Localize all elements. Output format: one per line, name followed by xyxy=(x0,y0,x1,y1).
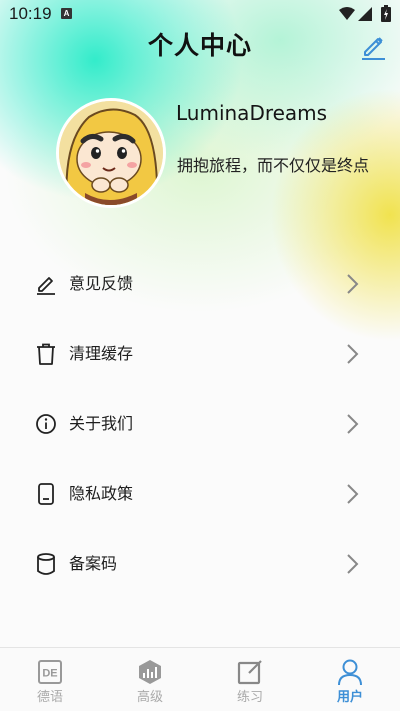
chevron-right-icon xyxy=(347,274,359,294)
practice-icon xyxy=(237,660,262,685)
advanced-icon xyxy=(139,660,161,684)
user-motto: 拥抱旅程，而不仅仅是终点 xyxy=(177,156,370,175)
chevron-right-icon xyxy=(347,484,359,504)
menu-item-label: 意见反馈 xyxy=(69,274,134,293)
tab-label: 练习 xyxy=(236,690,263,705)
settings-menu: 意见反馈 清理缓存 关于我们 隐私政策 备案码 xyxy=(0,249,400,599)
edit-profile-button[interactable] xyxy=(357,30,389,62)
chevron-right-icon xyxy=(347,344,359,364)
signal-icon xyxy=(357,6,373,25)
profile-screen: 10:19 A 个人中心 LuminaDreams 拥抱旅程，而不仅仅是终点 意… xyxy=(0,0,400,711)
tab-label: 德语 xyxy=(36,690,63,705)
chevron-right-icon xyxy=(347,414,359,434)
avatar-image xyxy=(59,101,163,205)
username: LuminaDreams xyxy=(176,101,328,125)
user-icon xyxy=(338,659,362,686)
database-icon xyxy=(37,553,55,575)
trash-icon xyxy=(37,343,55,365)
menu-item-privacy-policy[interactable]: 隐私政策 xyxy=(0,459,400,529)
bottom-nav: DE 德语 高级 练习 用户 xyxy=(0,647,400,711)
status-time: 10:19 xyxy=(9,4,52,23)
svg-text:DE: DE xyxy=(42,668,57,680)
de-icon: DE xyxy=(38,660,62,684)
tab-advanced[interactable]: 高级 xyxy=(100,648,200,711)
page-title: 个人中心 xyxy=(147,31,252,60)
menu-item-label: 清理缓存 xyxy=(69,344,134,363)
menu-item-feedback[interactable]: 意见反馈 xyxy=(0,249,400,319)
menu-item-clear-cache[interactable]: 清理缓存 xyxy=(0,319,400,389)
tab-label: 用户 xyxy=(336,690,363,705)
phone-icon xyxy=(38,483,54,505)
status-a-icon: A xyxy=(61,8,72,19)
tab-german[interactable]: DE 德语 xyxy=(0,648,100,711)
menu-item-label: 隐私政策 xyxy=(69,484,134,503)
tab-label: 高级 xyxy=(136,690,163,705)
avatar[interactable] xyxy=(56,98,166,208)
edit-icon xyxy=(37,277,55,295)
menu-item-filing-code[interactable]: 备案码 xyxy=(0,529,400,599)
menu-item-label: 关于我们 xyxy=(69,414,134,433)
menu-item-label: 备案码 xyxy=(69,554,118,573)
status-bar: 10:19 A xyxy=(0,0,400,28)
info-icon xyxy=(36,414,56,434)
tab-user[interactable]: 用户 xyxy=(300,648,400,711)
pencil-icon xyxy=(362,37,385,60)
wifi-icon xyxy=(339,6,355,25)
battery-icon xyxy=(381,5,391,26)
tab-practice[interactable]: 练习 xyxy=(200,648,300,711)
chevron-right-icon xyxy=(347,554,359,574)
menu-item-about-us[interactable]: 关于我们 xyxy=(0,389,400,459)
